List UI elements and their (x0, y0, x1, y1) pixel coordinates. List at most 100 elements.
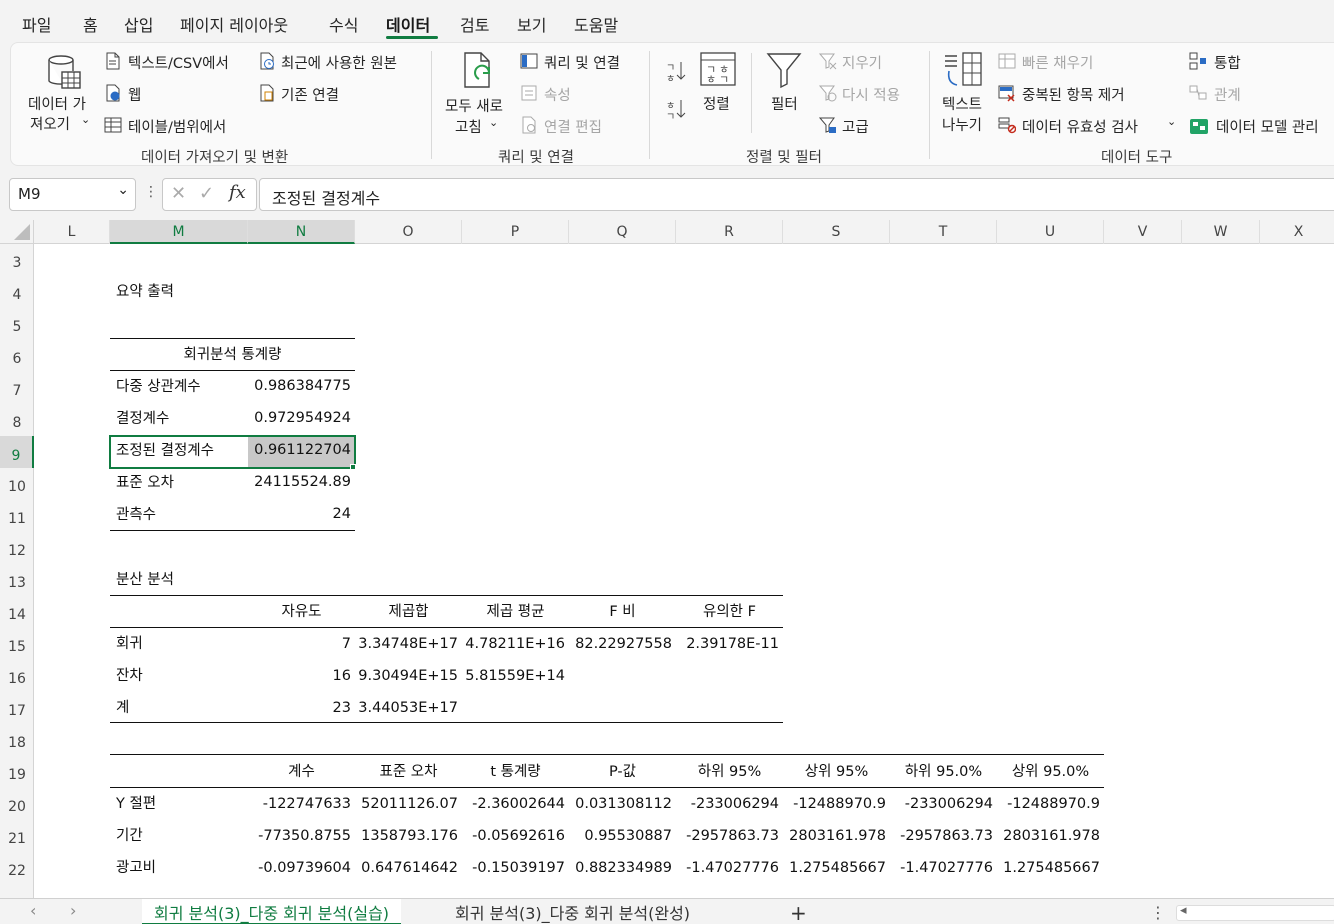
coef-cell[interactable]: 52011126.07 (355, 796, 458, 812)
reg-stat-label[interactable]: 관측수 (116, 503, 156, 524)
tab-view[interactable]: 보기 (517, 12, 546, 36)
reg-stat-label[interactable]: 다중 상관계수 (116, 375, 201, 396)
consolidate-button[interactable]: 통합 (1214, 52, 1241, 73)
anova-header[interactable]: 제곱 평균 (462, 600, 569, 621)
tab-file[interactable]: 파일 (22, 12, 51, 36)
anova-cell[interactable]: 3.44053E+17 (355, 700, 458, 716)
chevron-down-icon[interactable]: ⌄ (81, 113, 90, 126)
anova-header[interactable]: 제곱합 (355, 600, 462, 621)
column-header-r[interactable]: R (676, 220, 783, 244)
edit-links-button[interactable]: 연결 편집 (544, 116, 602, 137)
anova-row-label[interactable]: 잔차 (116, 664, 143, 685)
coef-header[interactable]: 하위 95% (676, 760, 783, 781)
row-header[interactable]: 19 (0, 767, 34, 783)
row-header[interactable]: 15 (0, 639, 34, 655)
web-button[interactable]: 웹 (128, 84, 141, 105)
horizontal-scrollbar[interactable]: ◂ (1176, 903, 1334, 921)
advanced-filter-button[interactable]: 고급 (842, 116, 869, 137)
coef-cell[interactable]: -77350.8755 (248, 828, 351, 844)
reg-stat-value[interactable]: 24 (248, 506, 351, 522)
anova-cell[interactable]: 7 (248, 636, 351, 652)
row-header[interactable]: 21 (0, 831, 34, 847)
column-header-t[interactable]: T (890, 220, 997, 244)
coef-cell[interactable]: 0.95530887 (569, 828, 672, 844)
column-header-q[interactable]: Q (569, 220, 676, 244)
get-data-label-1[interactable]: 데이터 가 (28, 93, 86, 114)
anova-header[interactable]: F 비 (569, 600, 676, 621)
coef-cell[interactable]: -12488970.9 (997, 796, 1100, 812)
coef-header[interactable]: 계수 (248, 760, 355, 781)
sort-descending-icon[interactable]: ㅎㄱ (666, 97, 688, 121)
fill-handle[interactable] (350, 464, 356, 470)
data-model-button[interactable]: 데이터 모델 관리 (1216, 116, 1319, 137)
row-header[interactable]: 12 (0, 543, 34, 559)
text-to-columns-icon[interactable] (943, 51, 985, 91)
refresh-all-label-2[interactable]: 고침 (455, 116, 482, 137)
coef-header[interactable]: 표준 오차 (355, 760, 462, 781)
coef-cell[interactable]: 1.275485667 (783, 860, 886, 876)
enter-icon[interactable]: ✓ (199, 183, 214, 204)
get-data-label-2[interactable]: 져오기 (30, 113, 70, 134)
row-header[interactable]: 10 (0, 479, 34, 495)
sheet-tab-practice[interactable]: 회귀 분석(3)_다중 회귀 분석(실습) (142, 899, 402, 924)
chevron-down-icon[interactable]: ⌄ (117, 182, 129, 198)
column-header-w[interactable]: W (1182, 220, 1260, 244)
tab-page-layout[interactable]: 페이지 레이아웃 (180, 12, 288, 36)
reg-stat-label[interactable]: 표준 오차 (116, 471, 174, 492)
row-header[interactable]: 22 (0, 863, 34, 879)
coef-cell[interactable]: -233006294 (676, 796, 779, 812)
column-header-n[interactable]: N (248, 220, 355, 244)
coef-cell[interactable]: 2803161.978 (997, 828, 1100, 844)
filter-button[interactable]: 필터 (771, 93, 798, 114)
anova-cell[interactable]: 3.34748E+17 (355, 636, 458, 652)
add-sheet-button[interactable]: + (790, 899, 807, 924)
reapply-button[interactable]: 다시 적용 (842, 84, 900, 105)
coef-cell[interactable]: -233006294 (890, 796, 993, 812)
coef-row-label[interactable]: Y 절편 (116, 792, 156, 813)
anova-row-label[interactable]: 회귀 (116, 632, 143, 653)
anova-cell[interactable]: 4.78211E+16 (462, 636, 565, 652)
coef-header[interactable]: 상위 95.0% (997, 760, 1104, 781)
filter-icon[interactable] (766, 51, 802, 89)
row-header[interactable]: 20 (0, 799, 34, 815)
anova-cell[interactable]: 82.22927558 (569, 636, 672, 652)
database-icon[interactable] (45, 53, 85, 93)
column-header-p[interactable]: P (462, 220, 569, 244)
coef-cell[interactable]: -1.47027776 (676, 860, 779, 876)
tab-insert[interactable]: 삽입 (124, 12, 153, 36)
column-header-o[interactable]: O (355, 220, 462, 244)
coef-cell[interactable]: -122747633 (248, 796, 351, 812)
tab-data[interactable]: 데이터 (386, 12, 430, 36)
summary-title[interactable]: 요약 출력 (116, 280, 174, 301)
row-header[interactable]: 17 (0, 703, 34, 719)
properties-button[interactable]: 속성 (544, 84, 571, 105)
refresh-all-label-1[interactable]: 모두 새로 (445, 95, 503, 116)
row-header[interactable]: 18 (0, 735, 34, 751)
column-header-m[interactable]: M (110, 220, 248, 244)
sort-button[interactable]: 정렬 (703, 93, 730, 114)
coef-cell[interactable]: 0.031308112 (569, 796, 672, 812)
tab-help[interactable]: 도움말 (574, 12, 618, 36)
row-header[interactable]: 4 (0, 287, 34, 303)
tab-home[interactable]: 홈 (83, 12, 98, 36)
anova-cell[interactable]: 16 (248, 668, 351, 684)
coef-cell[interactable]: -2957863.73 (890, 828, 993, 844)
row-header[interactable]: 11 (0, 511, 34, 527)
row-header[interactable]: 6 (0, 351, 34, 367)
data-validation-button[interactable]: 데이터 유효성 검사 (1022, 116, 1138, 137)
coef-cell[interactable]: 0.647614642 (355, 860, 458, 876)
coef-cell[interactable]: -2.36002644 (462, 796, 565, 812)
column-header-s[interactable]: S (783, 220, 890, 244)
column-header-l[interactable]: L (34, 220, 110, 244)
reg-stat-value[interactable]: 0.961122704 (248, 442, 351, 458)
refresh-all-icon[interactable] (459, 51, 499, 91)
coef-cell[interactable]: -0.09739604 (248, 860, 351, 876)
table-range-button[interactable]: 테이블/범위에서 (128, 116, 226, 137)
coef-cell[interactable]: -12488970.9 (783, 796, 886, 812)
anova-cell[interactable]: 2.39178E-11 (676, 636, 779, 652)
anova-header[interactable]: 유의한 F (676, 600, 783, 621)
coef-cell[interactable]: -2957863.73 (676, 828, 779, 844)
formula-input[interactable]: 조정된 결정계수 (259, 178, 1334, 211)
reg-stats-header[interactable]: 회귀분석 통계량 (110, 343, 355, 364)
coef-header[interactable]: 하위 95.0% (890, 760, 997, 781)
